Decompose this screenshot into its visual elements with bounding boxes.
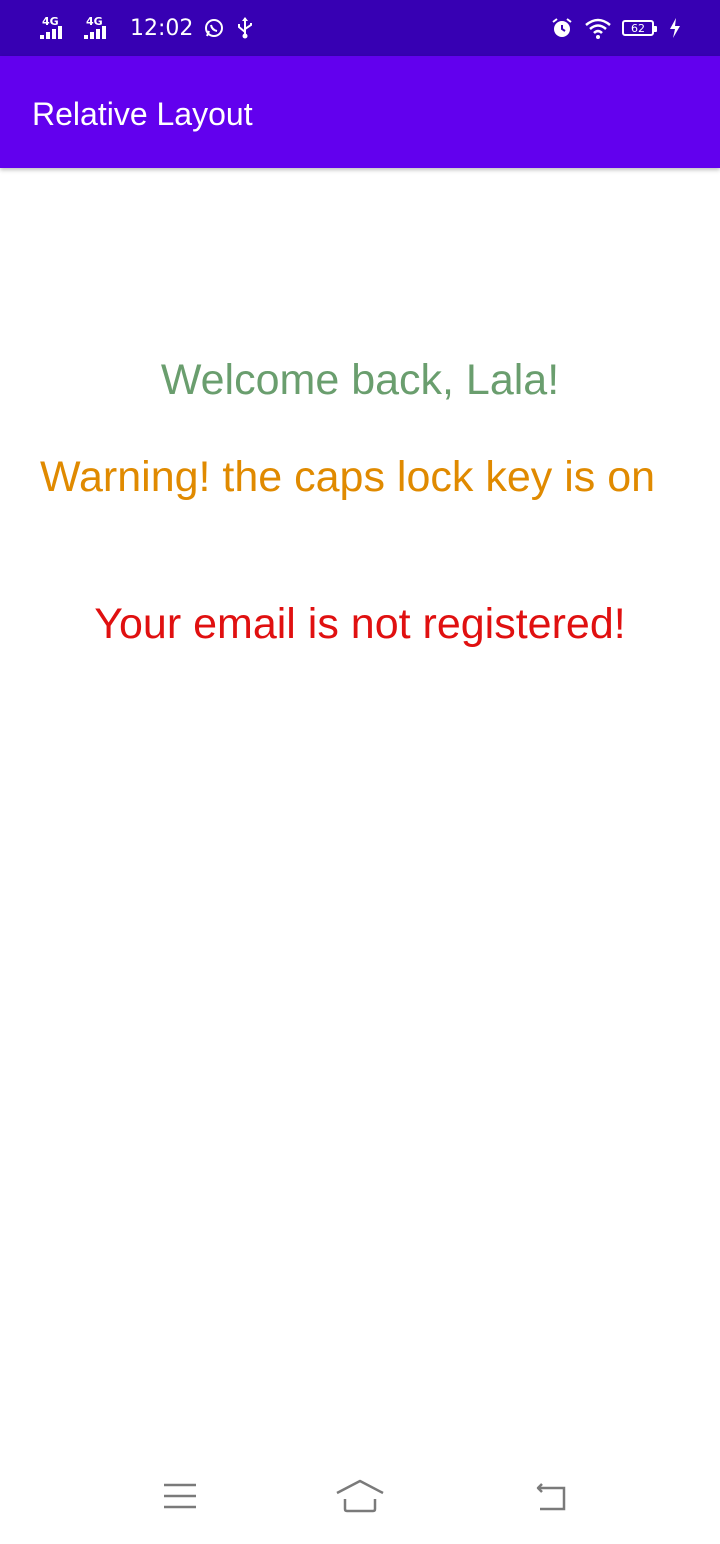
status-left: 4G 4G 12:02: [40, 0, 255, 56]
whatsapp-icon: [205, 19, 224, 37]
page-title: Relative Layout: [32, 96, 253, 132]
caps-lock-warning: Warning! the caps lock key is on: [40, 453, 656, 501]
usb-icon: [238, 17, 253, 39]
charging-icon: [670, 18, 680, 38]
recent-apps-button[interactable]: [150, 1466, 210, 1526]
signal-icon: 4G: [84, 15, 118, 41]
back-button[interactable]: [520, 1466, 580, 1526]
status-right: 62: [550, 0, 682, 56]
menu-icon: [164, 1483, 196, 1509]
main-content: Welcome back, Lala! Warning! the caps lo…: [0, 168, 720, 1448]
status-bar: 4G 4G 12:02 62: [0, 0, 720, 56]
wifi-icon: [585, 18, 611, 39]
battery-icon: 62: [622, 20, 657, 36]
email-error-message: Your email is not registered!: [94, 600, 626, 648]
welcome-message: Welcome back, Lala!: [160, 356, 560, 404]
alarm-icon: [552, 18, 572, 37]
back-icon: [536, 1483, 566, 1511]
signal-icon: 4G: [40, 15, 74, 41]
app-bar: Relative Layout: [0, 56, 720, 168]
battery-level: 62: [631, 21, 645, 35]
home-icon: [336, 1479, 384, 1513]
navigation-bar: [0, 1448, 720, 1544]
home-button[interactable]: [330, 1466, 390, 1526]
status-time: 12:02: [130, 15, 194, 41]
